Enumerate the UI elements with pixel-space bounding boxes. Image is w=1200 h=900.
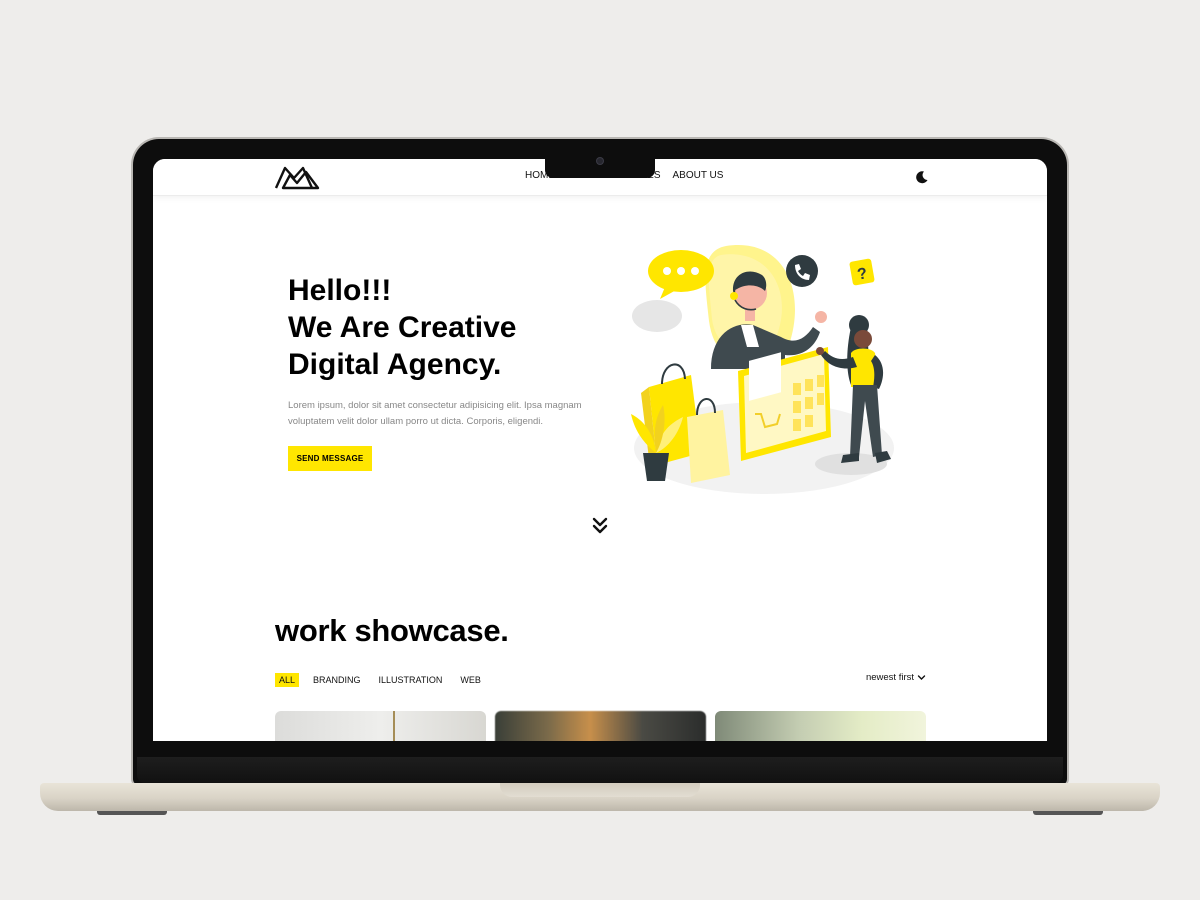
double-chevron-down-icon[interactable] (590, 516, 610, 536)
double-m-logo-icon[interactable] (274, 164, 320, 190)
filter-all[interactable]: ALL (275, 673, 300, 687)
showcase-filters: ALL BRANDING ILLUSTRATION WEB (275, 673, 495, 687)
laptop-base-notch (500, 783, 700, 797)
browser-screen: HOME WORK SERVICES ABOUT US Hello!!! We … (153, 159, 1047, 741)
moon-icon[interactable] (914, 169, 930, 185)
nav-link-about[interactable]: ABOUT US (673, 170, 724, 181)
filter-web[interactable]: WEB (456, 673, 485, 687)
laptop-base (40, 783, 1160, 811)
hero-title: Hello!!! We Are Creative Digital Agency. (288, 274, 517, 381)
customer-support-illustration: ? (631, 245, 894, 494)
showcase-card[interactable] (495, 711, 706, 741)
hero-description: Lorem ipsum, dolor sit amet consectetur … (288, 400, 582, 427)
filter-illustration[interactable]: ILLUSTRATION (375, 673, 447, 687)
sort-dropdown[interactable]: newest first (866, 672, 926, 683)
filter-branding[interactable]: BRANDING (309, 673, 365, 687)
showcase-card[interactable] (715, 711, 926, 741)
showcase-card[interactable] (275, 711, 486, 741)
showcase-title: work showcase. (275, 613, 509, 648)
chevron-down-icon (917, 675, 926, 680)
showcase-grid (275, 711, 926, 741)
camera-notch (545, 156, 655, 178)
laptop-foot (1033, 811, 1103, 815)
send-message-button[interactable]: SEND MESSAGE (288, 446, 372, 471)
laptop-foot (97, 811, 167, 815)
sort-label: newest first (865, 672, 914, 683)
laptop-hinge (137, 757, 1063, 783)
camera-icon (597, 158, 603, 164)
